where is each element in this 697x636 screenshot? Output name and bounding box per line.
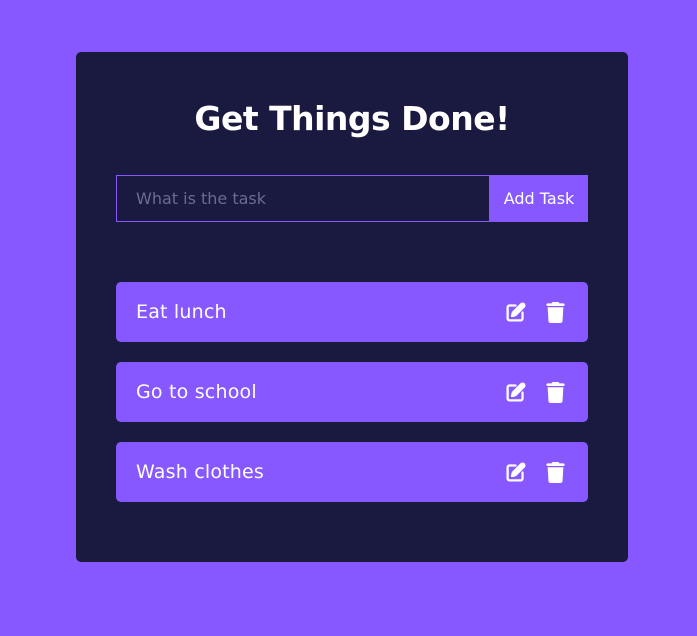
trash-icon[interactable] — [545, 461, 566, 483]
todo-card: Get Things Done! Add Task Eat lunch — [76, 52, 628, 562]
todo-text[interactable]: Wash clothes — [136, 461, 264, 483]
edit-icon[interactable] — [505, 302, 526, 323]
todo-actions — [505, 461, 566, 483]
todo-item: Go to school — [116, 362, 588, 422]
add-task-form: Add Task — [116, 175, 588, 222]
todo-list: Eat lunch Go to school Wash clothes — [116, 282, 588, 522]
trash-icon[interactable] — [545, 301, 566, 323]
todo-actions — [505, 301, 566, 323]
todo-actions — [505, 381, 566, 403]
add-task-button[interactable]: Add Task — [490, 175, 588, 222]
edit-icon[interactable] — [505, 462, 526, 483]
task-input[interactable] — [116, 175, 490, 222]
todo-item: Wash clothes — [116, 442, 588, 502]
todo-text[interactable]: Eat lunch — [136, 301, 227, 323]
edit-icon[interactable] — [505, 382, 526, 403]
todo-text[interactable]: Go to school — [136, 381, 257, 403]
page-title: Get Things Done! — [194, 99, 510, 138]
todo-item: Eat lunch — [116, 282, 588, 342]
trash-icon[interactable] — [545, 381, 566, 403]
